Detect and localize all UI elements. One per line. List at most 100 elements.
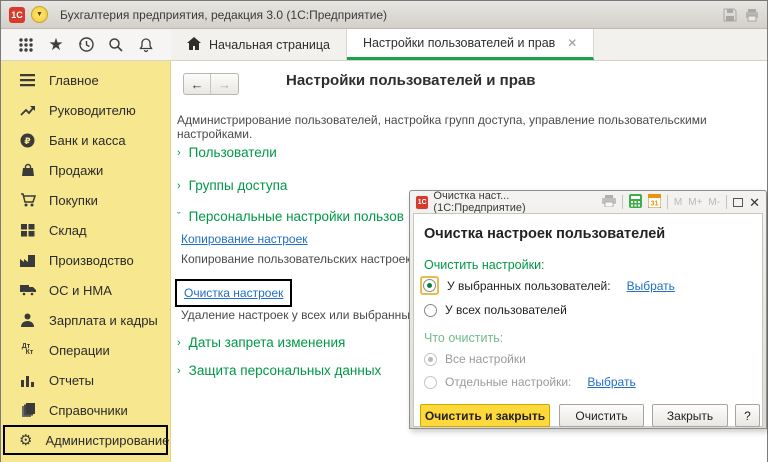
factory-icon	[19, 254, 36, 267]
dialog-heading: Очистка настроек пользователей	[424, 226, 666, 242]
clear-settings-group-label: Очистить настройки:	[424, 258, 545, 272]
radio-icon	[423, 279, 436, 292]
bar-chart-icon	[19, 374, 36, 387]
sidebar-item-fixed-assets[interactable]: ОС и НМА	[1, 275, 170, 305]
favorites-star-icon[interactable]: ★	[45, 34, 67, 56]
sidebar-item-label: Руководителю	[49, 102, 136, 118]
tab-bar: Начальная страница Настройки пользовател…	[171, 29, 767, 60]
print-icon	[745, 8, 759, 22]
chevron-down-icon: ▼	[36, 11, 43, 18]
section-users[interactable]: › Пользователи	[177, 145, 277, 160]
sidebar-item-administration[interactable]: ⚙ Администрирование	[3, 425, 170, 455]
sidebar-item-bank-cash[interactable]: ₽ Банк и касса	[1, 125, 170, 155]
sidebar-item-label: Администрирование	[45, 432, 170, 448]
sidebar-item-production[interactable]: Производство	[1, 245, 170, 275]
copy-settings-description: Копирование пользовательских настроек м	[181, 252, 423, 266]
dialog-logo-1c-icon: 1С	[416, 195, 429, 209]
sidebar-item-label: Отчеты	[49, 372, 94, 388]
section-label: Пользователи	[188, 145, 277, 160]
section-personal-data-protection[interactable]: › Защита персональных данных	[177, 363, 381, 378]
history-icon[interactable]	[75, 34, 97, 56]
section-access-groups[interactable]: › Группы доступа	[177, 178, 287, 193]
chevron-right-icon: ›	[177, 146, 181, 159]
radio-label: Отдельные настройки:	[445, 375, 572, 389]
close-button[interactable]: Закрыть	[652, 404, 728, 427]
clear-and-close-button[interactable]: Очистить и закрыть	[420, 404, 550, 427]
tab-active-label: Настройки пользователей и прав	[362, 36, 556, 50]
close-icon[interactable]: ✕	[749, 196, 760, 209]
menu-lines-icon	[19, 73, 36, 87]
clear-button[interactable]: Очистить	[559, 404, 644, 427]
sidebar-item-manager[interactable]: Руководителю	[1, 95, 170, 125]
radio-label: У выбранных пользователей:	[447, 278, 611, 293]
sidebar-item-warehouse[interactable]: Склад	[1, 215, 170, 245]
section-label: Даты запрета изменения	[188, 335, 346, 350]
calendar-icon[interactable]: 31	[647, 193, 662, 211]
sidebar-item-purchases[interactable]: Покупки	[1, 185, 170, 215]
ruble-circle-icon: ₽	[19, 133, 36, 148]
apps-grid-icon[interactable]	[15, 34, 37, 56]
sidebar-item-main[interactable]: Главное	[1, 65, 170, 95]
sidebar-item-sales[interactable]: Продажи	[1, 155, 170, 185]
clear-settings-dialog: 1С Очистка наст... (1С:Предприятие) 31 M…	[409, 190, 767, 429]
app-window: 1С ▼ Бухгалтерия предприятия, редакция 3…	[0, 0, 768, 462]
memory-m-button: M	[673, 196, 683, 208]
choose-users-link[interactable]: Выбрать	[627, 279, 675, 293]
choose-settings-link[interactable]: Выбрать	[587, 375, 635, 389]
annotation-box-clear-settings: Очистка настроек	[175, 279, 293, 307]
sidebar-item-label: Справочники	[49, 402, 128, 418]
person-icon	[19, 313, 36, 327]
radio-label: У всех пользователей	[445, 303, 567, 317]
dialog-title: Очистка наст... (1С:Предприятие)	[433, 190, 526, 214]
truck-icon	[19, 284, 36, 296]
sidebar-item-label: Банк и касса	[49, 132, 126, 148]
sidebar-item-label: Склад	[49, 222, 87, 238]
chevron-right-icon: ›	[177, 179, 181, 192]
back-button[interactable]: ←	[184, 74, 211, 94]
tab-user-settings[interactable]: Настройки пользователей и прав ✕	[346, 29, 595, 60]
chevron-right-icon: ›	[177, 364, 181, 377]
notifications-bell-icon[interactable]	[135, 34, 157, 56]
dialog-body: Очистка настроек пользователей Очистить …	[413, 213, 763, 427]
quick-toolbar: ★	[1, 29, 171, 60]
sidebar-item-operations[interactable]: Дт Кт Операции	[1, 335, 170, 365]
help-button[interactable]: ?	[735, 404, 760, 427]
section-personal-settings[interactable]: ˇ Персональные настройки пользов	[177, 209, 404, 224]
dt-kt-icon: Дт Кт	[21, 343, 34, 356]
sidebar-item-label: ОС и НМА	[49, 282, 112, 298]
radio-all-users[interactable]: У всех пользователей	[424, 303, 567, 317]
calculator-icon[interactable]	[628, 193, 642, 211]
nav-buttons: ← →	[183, 73, 239, 95]
section-label: Защита персональных данных	[188, 363, 382, 378]
window-titlebar: 1С ▼ Бухгалтерия предприятия, редакция 3…	[1, 1, 767, 29]
search-icon[interactable]	[105, 34, 127, 56]
tab-home[interactable]: Начальная страница	[171, 29, 347, 60]
tab-close-icon[interactable]: ✕	[567, 36, 577, 50]
memory-m-plus-button: M+	[688, 196, 703, 208]
sidebar-item-label: Продажи	[49, 162, 104, 178]
radio-icon	[424, 303, 437, 317]
maximize-icon[interactable]	[733, 197, 744, 207]
section-change-ban-dates[interactable]: › Даты запрета изменения	[177, 335, 345, 350]
sidebar-item-salary-hr[interactable]: Зарплата и кадры	[1, 305, 170, 335]
focus-ring	[420, 276, 439, 295]
bag-icon	[19, 163, 36, 177]
main-menu-button[interactable]: ▼	[31, 6, 48, 23]
sidebar: Главное Руководителю ₽ Банк и касса Прод…	[1, 61, 171, 462]
forward-button[interactable]: →	[211, 74, 238, 94]
copy-settings-link[interactable]: Копирование настроек	[181, 232, 308, 246]
sidebar-item-label: Операции	[49, 342, 110, 358]
sidebar-item-label: Производство	[49, 252, 134, 268]
sidebar-item-label: Главное	[49, 72, 99, 88]
toolbar-row: ★ Начальная страница Настройки пользоват…	[1, 29, 767, 61]
radio-all-settings: Все настройки	[424, 352, 526, 366]
dialog-print-icon[interactable]	[601, 194, 616, 210]
chevron-down-icon: ˇ	[177, 210, 181, 223]
radio-selected-users[interactable]: У выбранных пользователей: Выбрать	[420, 276, 675, 295]
clear-settings-link[interactable]: Очистка настроек	[184, 286, 283, 300]
save-icon	[723, 8, 737, 22]
sidebar-item-reports[interactable]: Отчеты	[1, 365, 170, 395]
sidebar-item-label: Зарплата и кадры	[49, 312, 158, 328]
sidebar-item-directories[interactable]: Справочники	[1, 395, 170, 425]
svg-text:31: 31	[651, 200, 659, 207]
